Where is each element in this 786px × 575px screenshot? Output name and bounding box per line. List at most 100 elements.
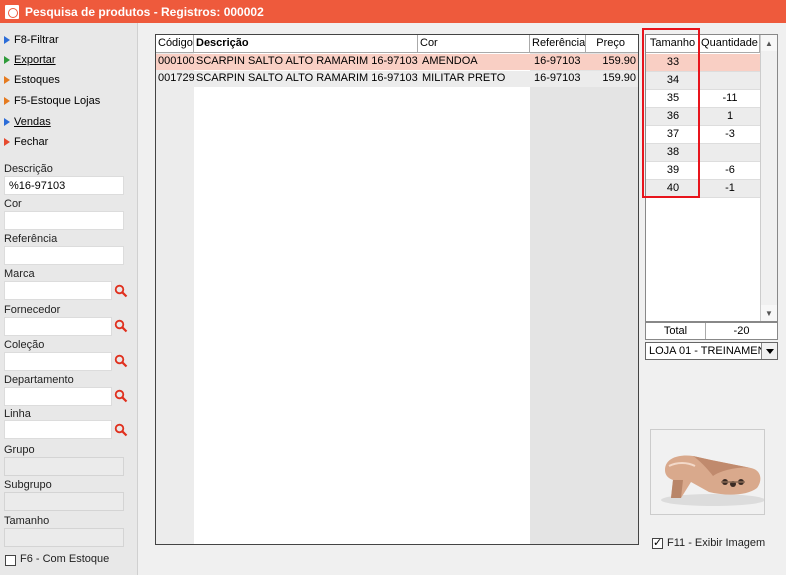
com-estoque-checkbox[interactable] bbox=[5, 555, 16, 566]
cor-label: Cor bbox=[4, 198, 22, 210]
col-header-cor[interactable]: Cor bbox=[418, 35, 530, 53]
search-icon[interactable] bbox=[114, 389, 128, 403]
codigo-column-bg bbox=[156, 35, 194, 544]
col-header-quantidade[interactable]: Quantidade bbox=[700, 35, 760, 53]
cell-quantidade: -1 bbox=[725, 182, 735, 194]
menu-filtrar[interactable]: F8-Filtrar bbox=[4, 32, 59, 48]
col-header-referencia[interactable]: Referência bbox=[530, 35, 586, 53]
cell-tamanho: 36 bbox=[666, 110, 680, 122]
total-value: -20 bbox=[733, 325, 750, 337]
table-row[interactable]: 000100 SCARPIN SALTO ALTO RAMARIM 16-971… bbox=[156, 54, 638, 70]
sizes-table: Tamanho Quantidade 33 34 35 -11 36 1 37 -3 … bbox=[645, 34, 778, 322]
grupo-label: Grupo bbox=[4, 444, 35, 456]
arrow-right-icon bbox=[4, 56, 10, 64]
size-row[interactable]: 33 bbox=[646, 54, 760, 72]
cell-cor: AMENDOA bbox=[422, 55, 478, 67]
col-header-preco[interactable]: Preço bbox=[586, 35, 638, 53]
scroll-up-icon[interactable]: ▲ bbox=[761, 35, 777, 51]
fornecedor-label: Fornecedor bbox=[4, 304, 61, 316]
menu-exportar[interactable]: Exportar bbox=[4, 52, 56, 68]
arrow-right-icon bbox=[4, 76, 10, 84]
cell-quantidade bbox=[700, 144, 760, 162]
menu-label: Vendas bbox=[14, 116, 51, 128]
size-row[interactable]: 36 1 bbox=[646, 108, 760, 126]
cell-descricao: SCARPIN SALTO ALTO RAMARIM 16-97103 bbox=[196, 55, 418, 67]
size-row[interactable]: 40 -1 bbox=[646, 180, 760, 198]
search-icon[interactable] bbox=[114, 284, 128, 298]
marca-label: Marca bbox=[4, 268, 35, 280]
cor-input[interactable] bbox=[4, 211, 124, 230]
exibir-imagem-label: F11 - Exibir Imagem bbox=[667, 537, 766, 549]
cell-tamanho: 33 bbox=[666, 56, 680, 68]
menu-label: Estoques bbox=[14, 74, 60, 86]
linha-label: Linha bbox=[4, 408, 31, 420]
cell-codigo: 001729 bbox=[158, 72, 194, 84]
subgrupo-label: Subgrupo bbox=[4, 479, 52, 491]
title-bar: Pesquisa de produtos - Registros: 000002 bbox=[0, 0, 786, 23]
cell-quantidade bbox=[700, 72, 760, 90]
col-header-codigo[interactable]: Código bbox=[156, 35, 194, 53]
search-icon[interactable] bbox=[114, 319, 128, 333]
search-icon[interactable] bbox=[114, 423, 128, 437]
menu-fechar[interactable]: Fechar bbox=[4, 134, 48, 150]
size-row[interactable]: 34 bbox=[646, 72, 760, 90]
cell-tamanho: 38 bbox=[666, 146, 680, 158]
cell-referencia: 16-97103 bbox=[534, 55, 581, 67]
cell-tamanho: 35 bbox=[666, 92, 680, 104]
departamento-label: Departamento bbox=[4, 374, 74, 386]
cell-tamanho: 34 bbox=[666, 74, 680, 86]
colecao-input[interactable] bbox=[4, 352, 112, 371]
sizes-scrollbar[interactable]: ▲ ▼ bbox=[760, 35, 777, 321]
departamento-input[interactable] bbox=[4, 387, 112, 406]
cell-quantidade: 1 bbox=[726, 110, 734, 122]
com-estoque-label: F6 - Com Estoque bbox=[20, 553, 110, 565]
chevron-down-icon[interactable] bbox=[761, 343, 777, 359]
app-icon bbox=[5, 4, 19, 19]
cell-descricao: SCARPIN SALTO ALTO RAMARIM 16-97103 bbox=[196, 72, 418, 84]
menu-label: Exportar bbox=[14, 54, 56, 66]
products-table: Código Descrição Cor Referência Preço 00… bbox=[155, 34, 639, 545]
descricao-label: Descrição bbox=[4, 163, 53, 175]
scroll-down-icon[interactable]: ▼ bbox=[761, 305, 777, 321]
col-header-descricao[interactable]: Descrição bbox=[194, 35, 418, 53]
store-select-value: LOJA 01 - TREINAMENTO bbox=[649, 345, 778, 357]
search-icon[interactable] bbox=[114, 354, 128, 368]
exibir-imagem-checkbox[interactable] bbox=[652, 536, 663, 549]
menu-label: F5-Estoque Lojas bbox=[14, 95, 101, 107]
size-row[interactable]: 38 bbox=[646, 144, 760, 162]
window-title: Pesquisa de produtos - Registros: 000002 bbox=[25, 4, 264, 19]
linha-input[interactable] bbox=[4, 420, 112, 439]
cell-preco: 159.90 bbox=[602, 55, 636, 67]
fornecedor-input[interactable] bbox=[4, 317, 112, 336]
cell-quantidade bbox=[700, 54, 760, 72]
menu-label: F8-Filtrar bbox=[14, 34, 59, 46]
size-row[interactable]: 37 -3 bbox=[646, 126, 760, 144]
store-select[interactable]: LOJA 01 - TREINAMENTO bbox=[645, 342, 778, 360]
cell-tamanho: 37 bbox=[666, 128, 680, 140]
menu-estoques[interactable]: Estoques bbox=[4, 72, 60, 88]
size-row[interactable]: 35 -11 bbox=[646, 90, 760, 108]
cell-cor: MILITAR PRETO bbox=[422, 72, 506, 84]
referencia-input[interactable] bbox=[4, 246, 124, 265]
subgrupo-input bbox=[4, 492, 124, 511]
arrow-right-icon bbox=[4, 138, 10, 146]
menu-vendas[interactable]: Vendas bbox=[4, 114, 51, 130]
total-label: Total bbox=[646, 323, 706, 339]
referencia-preco-column-bg bbox=[530, 35, 638, 544]
arrow-right-icon bbox=[4, 36, 10, 44]
product-image bbox=[650, 429, 765, 515]
arrow-right-icon bbox=[4, 97, 10, 105]
cell-quantidade: -6 bbox=[725, 164, 735, 176]
tamanho-input bbox=[4, 528, 124, 547]
descricao-input[interactable] bbox=[4, 176, 124, 195]
cell-quantidade: -3 bbox=[725, 128, 735, 140]
size-row[interactable]: 39 -6 bbox=[646, 162, 760, 180]
col-header-tamanho[interactable]: Tamanho bbox=[646, 35, 700, 53]
table-row[interactable]: 001729 SCARPIN SALTO ALTO RAMARIM 16-971… bbox=[156, 71, 638, 87]
cell-quantidade: -11 bbox=[722, 92, 738, 104]
tamanho-label: Tamanho bbox=[4, 515, 50, 527]
arrow-right-icon bbox=[4, 118, 10, 126]
cell-preco: 159.90 bbox=[602, 72, 636, 84]
marca-input[interactable] bbox=[4, 281, 112, 300]
menu-estoque-lojas[interactable]: F5-Estoque Lojas bbox=[4, 93, 100, 109]
